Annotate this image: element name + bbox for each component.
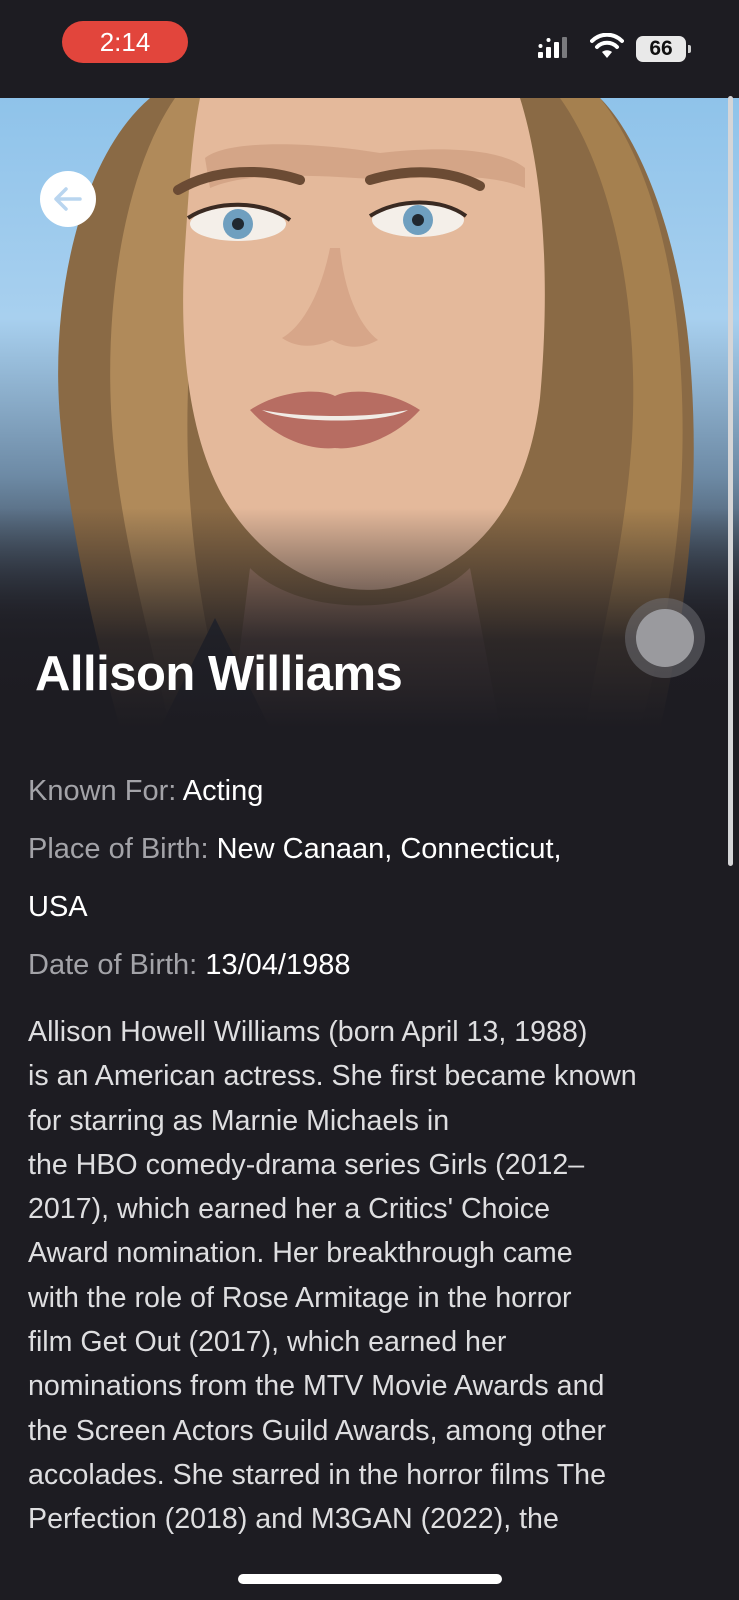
date-of-birth-value: 13/04/1988: [205, 949, 351, 981]
biography: Allison Howell Williams (born April 13, …: [28, 1010, 728, 1542]
known-for-value: Acting: [182, 775, 264, 807]
person-details: Known For: Acting Place of Birth: New Ca…: [28, 762, 718, 994]
date-of-birth-label: Date of Birth:: [28, 949, 206, 981]
biography-line: Allison Howell Williams (born April 13, …: [28, 1016, 588, 1048]
arrow-left-icon: [54, 187, 82, 211]
biography-line: for starring as Marnie Michaels in: [28, 1104, 450, 1137]
biography-line: with the role of Rose Armitage in the ho…: [28, 1281, 572, 1314]
biography-line: 2017), which earned her a Critics' Choic…: [28, 1193, 550, 1226]
place-of-birth-row: Place of Birth: New Canaan, Connecticut,…: [28, 820, 718, 936]
known-for-label: Known For:: [28, 775, 183, 807]
place-of-birth-label: Place of Birth:: [28, 833, 217, 865]
biography-line: nominations from the MTV Movie Awards an…: [28, 1370, 605, 1403]
place-of-birth-value-cont: USA: [28, 891, 88, 923]
battery-indicator: 66: [636, 36, 691, 62]
known-for-row: Known For: Acting: [28, 762, 718, 820]
biography-line: accolades. She starred in the horror fil…: [28, 1458, 606, 1491]
home-indicator[interactable]: [238, 1574, 502, 1584]
status-bar: 2:14 66: [0, 0, 739, 98]
biography-line: is an American actress. She first became…: [28, 1060, 637, 1093]
biography-line: the HBO comedy-drama series Girls (2012–: [28, 1148, 585, 1181]
wifi-icon: [590, 33, 624, 58]
profile-header-image: Allison Williams: [0, 98, 739, 728]
biography-line: the Screen Actors Guild Awards, among ot…: [28, 1414, 607, 1447]
date-of-birth-row: Date of Birth: 13/04/1988: [28, 936, 718, 994]
circle-button-icon: [636, 609, 694, 667]
status-time: 2:14: [62, 21, 188, 63]
back-button[interactable]: [40, 171, 96, 227]
person-name: Allison Williams: [35, 647, 403, 701]
biography-line: film Get Out (2017), which earned her: [28, 1326, 507, 1359]
biography-line: Award nomination. Her breakthrough came: [28, 1237, 573, 1270]
biography-line: Perfection (2018) and M3GAN (2022), the: [28, 1503, 559, 1536]
scrollbar[interactable]: [728, 96, 733, 866]
place-of-birth-value: New Canaan, Connecticut,: [216, 833, 562, 865]
signal-icon: [538, 37, 567, 58]
floating-action-button[interactable]: [625, 598, 705, 678]
